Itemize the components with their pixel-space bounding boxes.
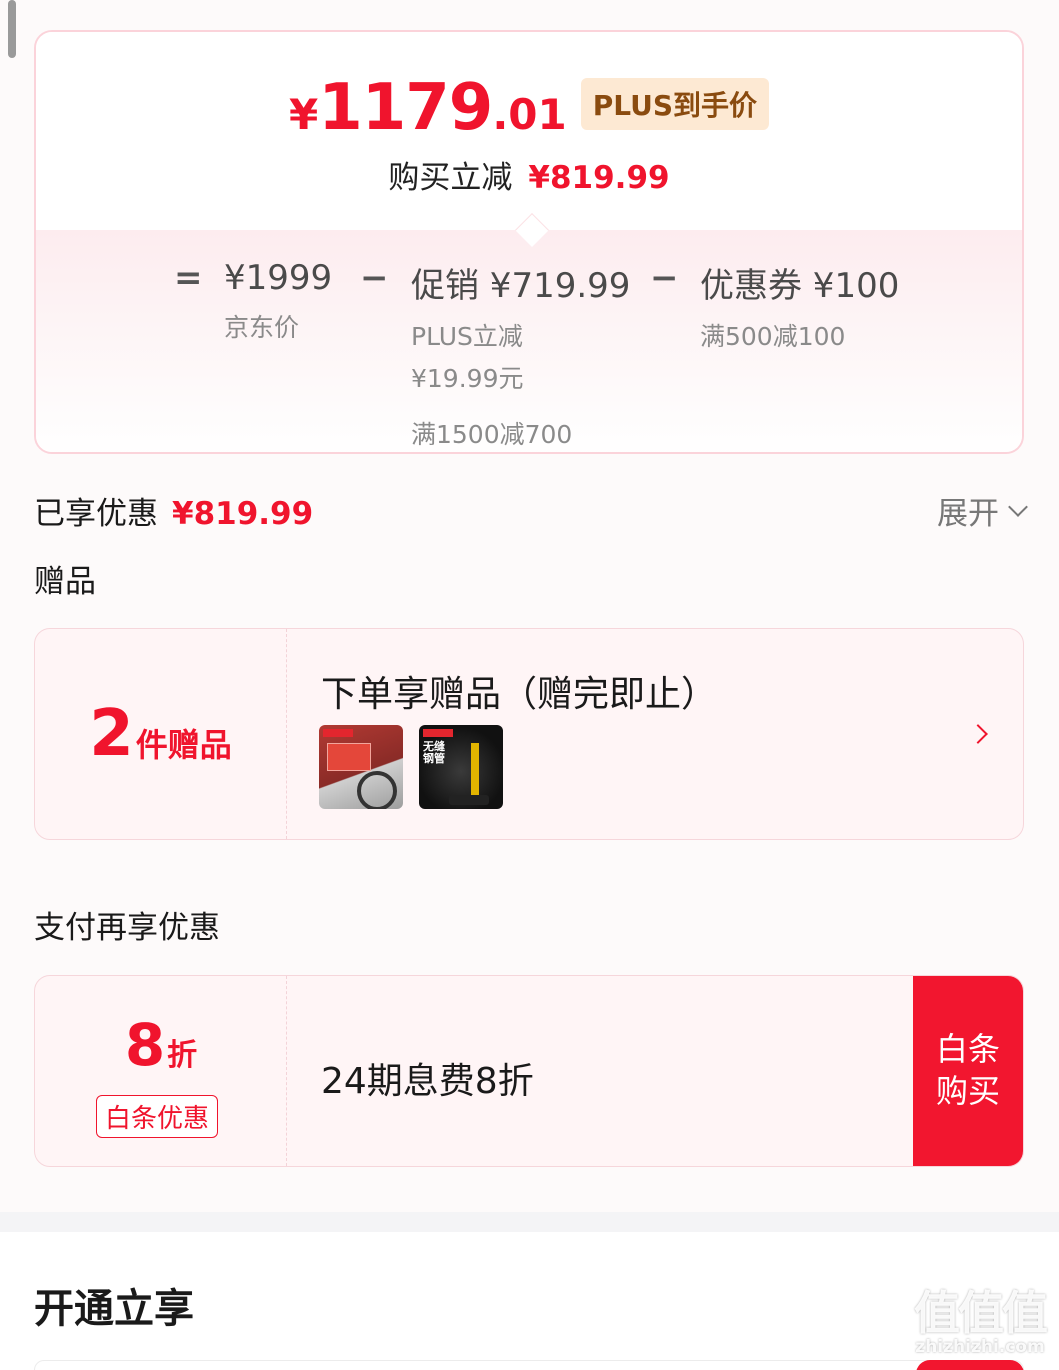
- payment-discount: 8 折 白条优惠: [35, 976, 287, 1166]
- reduce-row: 购买立减 ¥819.99: [36, 152, 1022, 197]
- coupon-threshold: 满500减100: [700, 322, 846, 351]
- chevron-right-icon: [968, 724, 988, 744]
- breakdown-promo: 促销 ¥719.99 PLUS立减 ¥19.99元 满1500减700: [411, 258, 630, 451]
- enjoyed-amount: ¥819.99: [172, 496, 314, 532]
- gift-thumbnail-text: 无缝 钢管: [423, 740, 445, 766]
- discount-number: 8: [124, 1011, 166, 1079]
- discount-unit: 折: [167, 1038, 198, 1073]
- final-price-symbol: ¥: [288, 90, 319, 139]
- minus-sign: −: [360, 258, 389, 298]
- plus-price-tag: PLUS到手价: [580, 78, 770, 130]
- baitiao-buy-button[interactable]: 白条 购买: [913, 976, 1023, 1166]
- gift-card[interactable]: 2 件赠品 下单享赠品（赠完即止） 无缝 钢管: [34, 628, 1024, 840]
- promo-plus-label: PLUS立减: [411, 322, 523, 351]
- enjoyed-label: 已享优惠: [34, 496, 158, 532]
- promo-value: 促销 ¥719.99: [411, 266, 631, 306]
- gift-count-number: 2: [89, 697, 134, 771]
- watermark-url: zhizhizhi.com: [915, 1336, 1045, 1357]
- gift-count-unit: 件赠品: [135, 726, 232, 764]
- equals-sign: =: [174, 258, 203, 298]
- section-divider: [0, 1212, 1059, 1232]
- final-price-row: ¥1179.01 PLUS到手价: [36, 76, 1022, 140]
- watermark-text: 值值值: [914, 1286, 1048, 1340]
- final-price: ¥1179.01: [289, 76, 567, 140]
- enjoyed-discount: 已享优惠 ¥819.99: [34, 488, 313, 532]
- payment-offer-card[interactable]: 8 折 白条优惠 24期息费8折 白条 购买: [34, 975, 1024, 1167]
- gift-thumbnail-lock[interactable]: [319, 725, 403, 809]
- gift-count: 2 件赠品: [35, 629, 287, 839]
- promo-plus-amount: ¥19.99元: [411, 364, 524, 393]
- membership-card[interactable]: [34, 1360, 1024, 1370]
- pay-section-title: 支付再享优惠: [34, 910, 220, 946]
- reduce-amount: ¥819.99: [528, 160, 670, 196]
- buy-button-line2: 购买: [935, 1072, 1000, 1110]
- price-summary: ¥1179.01 PLUS到手价 购买立减 ¥819.99: [36, 32, 1022, 230]
- price-card: ¥1179.01 PLUS到手价 购买立减 ¥819.99 = ¥1999 京东…: [34, 30, 1024, 454]
- buy-button-line1: 白条: [935, 1030, 1000, 1069]
- watermark-logo: 值值值 zhizhizhi.com: [906, 1288, 1054, 1370]
- gift-title: 下单享赠品（赠完即止）: [321, 674, 718, 715]
- baitiao-badge: 白条优惠: [96, 1095, 219, 1138]
- expand-button[interactable]: 展开: [937, 488, 1028, 533]
- page: ¥1179.01 PLUS到手价 购买立减 ¥819.99 = ¥1999 京东…: [0, 0, 1059, 1370]
- jd-price-label: 京东价: [224, 313, 300, 342]
- reduce-label: 购买立减: [388, 160, 513, 196]
- final-price-decimal: .01: [492, 90, 567, 139]
- scroll-indicator[interactable]: [8, 0, 16, 58]
- coupon-value: 优惠券 ¥100: [700, 266, 900, 306]
- jd-price-value: ¥1999: [224, 258, 333, 298]
- gift-section-title: 赠品: [34, 564, 96, 600]
- promo-threshold: 满1500减700: [411, 420, 573, 449]
- membership-title: 开通立享: [34, 1286, 194, 1332]
- breakdown-coupon: 优惠券 ¥100 满500减100: [700, 258, 899, 353]
- breakdown-jd-price: ¥1999 京东价: [224, 258, 332, 344]
- final-price-integer: 1179: [318, 71, 493, 145]
- chevron-down-icon: [1008, 496, 1028, 517]
- payment-offer-description: 24期息费8折: [321, 1061, 534, 1102]
- minus-sign: −: [650, 258, 679, 298]
- expand-label: 展开: [937, 496, 999, 532]
- gift-thumbnail-pump[interactable]: 无缝 钢管: [419, 725, 503, 809]
